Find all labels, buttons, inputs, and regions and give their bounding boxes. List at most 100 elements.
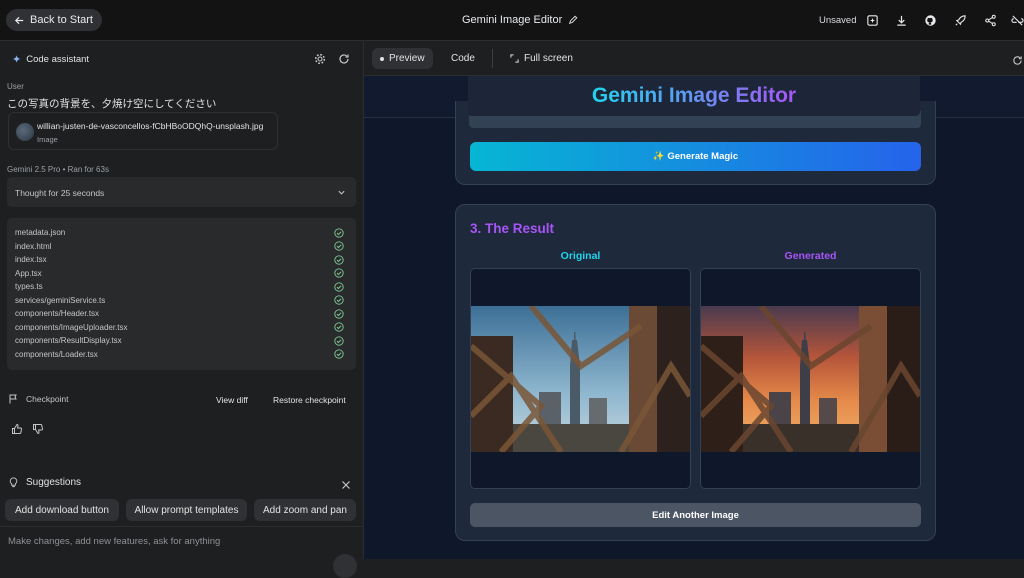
file-row[interactable]: components/ResultDisplay.tsx [15,334,356,348]
send-button[interactable] [333,554,357,578]
save-status: Unsaved [819,15,857,26]
check-circle-icon [334,322,344,332]
original-label: Original [560,250,601,262]
file-name: index.html [15,241,52,251]
tab-code[interactable]: Code [443,48,483,69]
reload-preview-icon[interactable] [1012,53,1023,71]
link-off-icon[interactable] [1010,13,1024,27]
check-circle-icon [334,241,344,251]
gear-icon[interactable] [314,52,326,70]
refresh-icon[interactable] [338,52,350,70]
sparkle-icon: ✦ [12,54,22,66]
restore-checkpoint-button[interactable]: Restore checkpoint [273,395,346,405]
divider [492,49,493,68]
code-assistant-panel: ✦ Code assistant User この写真の背景を、夕焼け空にしてくだ… [0,41,364,578]
suggestion-chip[interactable]: Add zoom and pan [254,499,356,521]
check-circle-icon [334,309,344,319]
prompt-input[interactable]: Make changes, add new features, ask for … [8,536,220,547]
thumbs-up-icon[interactable] [11,423,23,435]
user-message: この写真の背景を、夕焼け空にしてください [7,98,217,110]
back-to-start-button[interactable]: Back to Start [6,9,102,31]
file-name: services/geminiService.ts [15,295,106,305]
attachment-type: Image [37,135,58,144]
check-circle-icon [334,336,344,346]
suggestions-header: Suggestions [8,477,81,488]
edit-another-image-button[interactable]: Edit Another Image [470,503,921,527]
expand-icon [510,54,519,63]
generated-image [701,306,920,452]
suggestion-chip[interactable]: Allow prompt templates [126,499,247,521]
divider [0,526,363,527]
flag-icon [9,394,17,404]
tab-full-screen-label: Full screen [524,53,573,64]
file-name: metadata.json [15,228,66,238]
thought-expander[interactable]: Thought for 25 seconds [7,177,356,207]
save-drive-icon[interactable] [865,13,879,27]
preview-tabs: Preview Code Full screen [364,41,1024,76]
app-header: Gemini Image Editor [468,76,920,116]
pencil-icon[interactable] [568,15,578,25]
file-row[interactable]: types.ts [15,280,356,294]
message-role: User [7,82,24,91]
file-row[interactable]: metadata.json [15,226,356,240]
file-row[interactable]: components/Header.tsx [15,307,356,321]
tab-preview[interactable]: Preview [372,48,433,69]
back-label: Back to Start [30,14,93,26]
tab-preview-label: Preview [389,53,425,64]
file-name: components/ImageUploader.tsx [15,322,128,332]
tab-full-screen[interactable]: Full screen [502,48,581,69]
check-circle-icon [334,255,344,265]
checkpoint-label: Checkpoint [26,394,69,404]
check-circle-icon [334,295,344,305]
original-image [471,306,690,452]
file-row[interactable]: App.tsx [15,267,356,281]
active-dot-icon [380,56,384,61]
generate-magic-button[interactable]: ✨ Generate Magic [470,142,921,171]
rocket-icon[interactable] [953,13,967,27]
file-name: components/ResultDisplay.tsx [15,336,122,346]
check-circle-icon [334,228,344,238]
file-name: App.tsx [15,268,42,278]
model-meta: Gemini 2.5 Pro • Ran for 63s [7,165,109,174]
lightbulb-icon [9,477,18,488]
top-bar: Back to Start Gemini Image Editor Unsave… [0,0,1024,41]
file-row[interactable]: index.html [15,240,356,254]
file-name: types.ts [15,282,43,292]
arrow-left-icon [14,16,24,24]
file-name: components/Loader.tsx [15,349,98,359]
download-icon[interactable] [894,13,908,27]
file-row[interactable]: index.tsx [15,253,356,267]
app-title[interactable]: Gemini Image Editor [462,14,578,26]
preview-panel: Preview Code Full screen Gemini Image Ed… [364,41,1024,559]
file-row[interactable]: components/Loader.tsx [15,348,356,362]
attachment-thumbnail [16,123,34,141]
github-icon[interactable] [923,13,937,27]
original-image-frame [470,268,691,489]
check-circle-icon [334,349,344,359]
close-icon[interactable] [341,477,351,495]
file-row[interactable]: components/ImageUploader.tsx [15,321,356,335]
check-circle-icon [334,282,344,292]
tab-code-label: Code [451,53,475,64]
app-title-text: Gemini Image Editor [462,14,563,26]
file-row[interactable]: services/geminiService.ts [15,294,356,308]
view-diff-button[interactable]: View diff [216,395,248,405]
checkpoint-row: Checkpoint [8,394,69,404]
generated-image-frame [700,268,921,489]
code-assistant-title: Code assistant [26,54,90,65]
attachment-card[interactable]: willian-justen-de-vasconcellos-fCbHBoODQ… [8,112,278,150]
attachment-filename: willian-justen-de-vasconcellos-fCbHBoODQ… [37,121,264,131]
file-name: components/Header.tsx [15,309,100,319]
result-title: 3. The Result [470,221,555,236]
share-icon[interactable] [983,13,997,27]
feedback-buttons [11,423,44,435]
code-assistant-header: ✦ Code assistant [12,53,89,66]
check-circle-icon [334,268,344,278]
thought-label: Thought for 25 seconds [15,188,105,198]
thumbs-down-icon[interactable] [32,423,44,435]
chevron-down-icon [338,190,345,195]
changed-files-list: metadata.json index.html index.tsx App.tsx t… [7,218,356,370]
file-name: index.tsx [15,255,47,265]
generated-label: Generated [784,250,837,262]
suggestion-chip[interactable]: Add download button [5,499,119,521]
